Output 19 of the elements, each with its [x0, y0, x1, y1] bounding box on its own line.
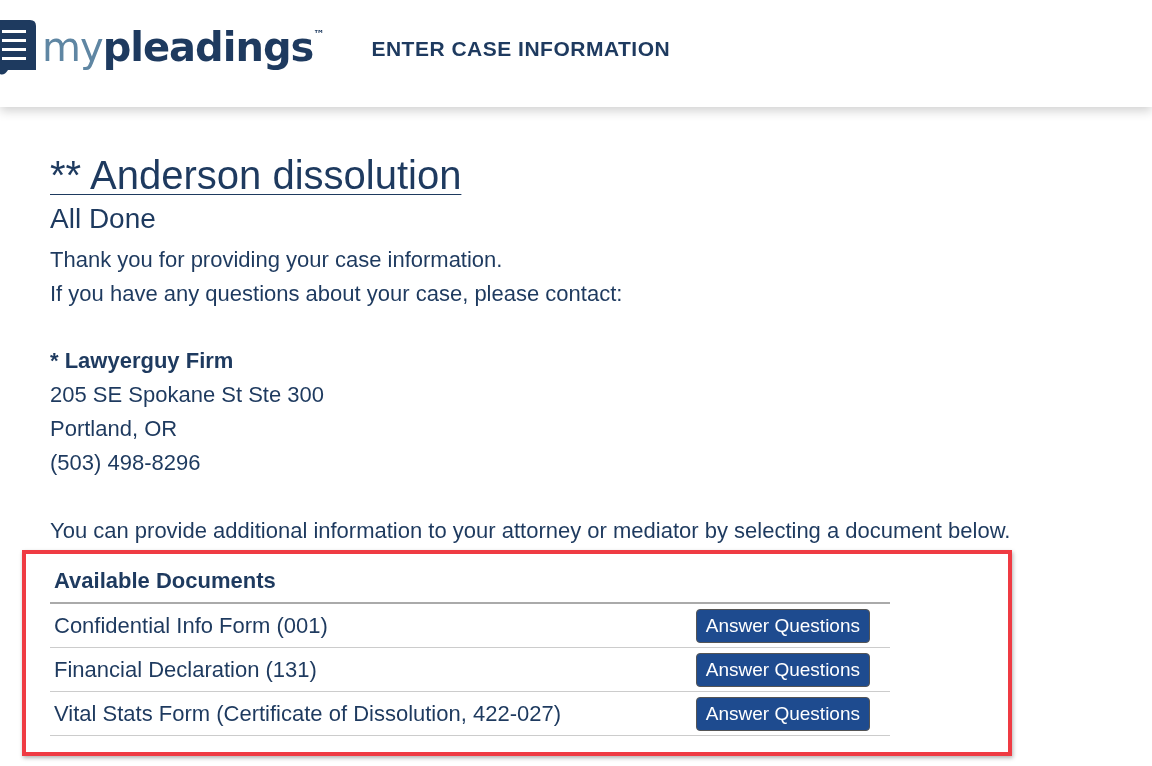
page-title: ENTER CASE INFORMATION: [371, 36, 671, 61]
answer-questions-button[interactable]: Answer Questions: [695, 608, 870, 643]
address-line: 205 SE Spokane St Ste 300: [50, 381, 325, 409]
answer-questions-button[interactable]: Answer Questions: [695, 652, 870, 687]
case-title-link[interactable]: ** Anderson dissolution: [50, 151, 462, 199]
answer-questions-button[interactable]: Answer Questions: [695, 696, 870, 731]
address-line: Portland, OR: [50, 415, 179, 443]
firm-name: * Lawyerguy Firm: [50, 347, 235, 375]
document-name: Confidential Info Form (001): [54, 612, 328, 639]
phone-number: (503) 498-8296: [50, 449, 202, 477]
logo-wordmark: mypleadings$^{™}$: [42, 23, 324, 70]
document-name: Vital Stats Form (Certificate of Dissolution, 422-027): [54, 700, 562, 727]
document-name: Financial Declaration (131): [54, 656, 317, 683]
scroll-document-icon: [0, 17, 36, 76]
status-heading: All Done: [50, 202, 157, 236]
instructions-text: You can provide additional information to your attorney or mediator by selecting a document below.: [50, 517, 1012, 545]
message-text: If you have any questions about your case, please contact:: [50, 280, 624, 308]
message-text: Thank you for providing your case information.: [50, 246, 504, 274]
table-heading: Available Documents: [50, 566, 890, 604]
